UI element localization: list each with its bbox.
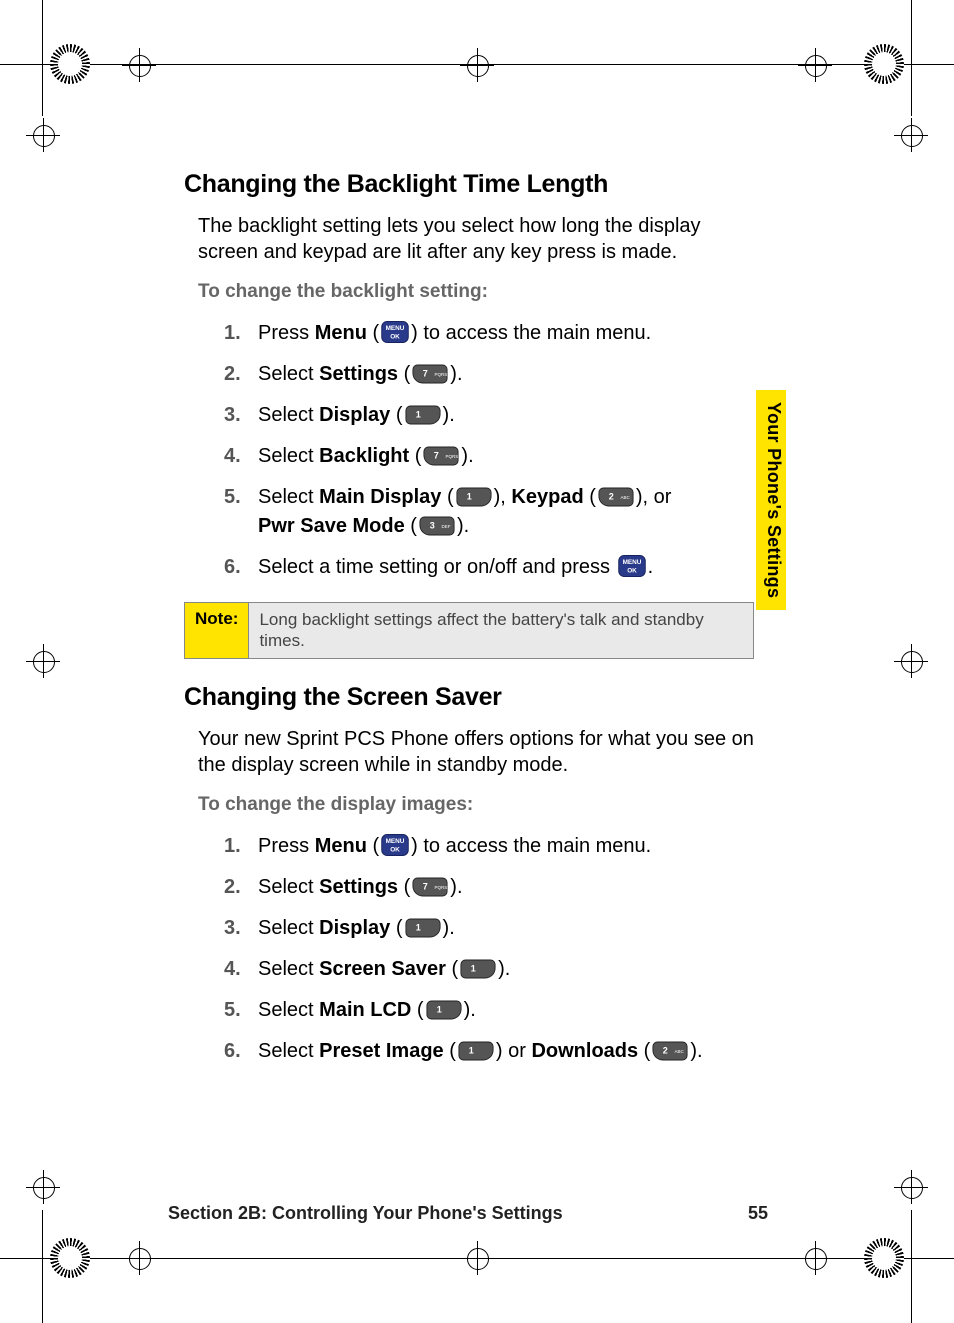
registration-mark-icon: [26, 644, 60, 678]
intro-backlight: The backlight setting lets you select ho…: [198, 213, 754, 265]
svg-text:PQRS: PQRS: [435, 372, 448, 377]
registration-mark-icon: [894, 644, 928, 678]
side-tab-label: Your Phone's Settings: [758, 394, 784, 606]
key-1-icon: 1: [405, 918, 441, 938]
key-2-icon: 2 ABC: [652, 1041, 688, 1061]
svg-text:1: 1: [469, 1045, 474, 1055]
footer-page-number: 55: [748, 1203, 768, 1224]
step: Select Preset Image (1) or Downloads (2A…: [224, 1037, 754, 1066]
svg-text:7: 7: [434, 451, 439, 461]
step: Select Display (1).: [224, 401, 754, 430]
note-box: Note: Long backlight settings affect the…: [184, 602, 754, 659]
step: Press Menu () to access the main menu.: [224, 319, 754, 348]
svg-text:3: 3: [430, 521, 435, 531]
key-2-icon: 2 ABC: [598, 487, 634, 507]
steps-screensaver: Press Menu () to access the main menu. S…: [224, 832, 754, 1066]
step: Select Main LCD (1).: [224, 996, 754, 1025]
lead-backlight: To change the backlight setting:: [198, 281, 754, 303]
step: Select Settings (7PQRS).: [224, 873, 754, 902]
registration-mark-icon: [460, 1241, 494, 1275]
registration-mark-icon: [460, 48, 494, 82]
menu-ok-key-icon: [381, 321, 409, 343]
key-7-icon: 7 PQRS: [423, 446, 459, 466]
svg-text:1: 1: [415, 922, 420, 932]
menu-ok-key-icon: [618, 555, 646, 577]
svg-text:2: 2: [609, 492, 614, 502]
registration-mark-icon: [122, 1241, 156, 1275]
key-7-icon: 7 PQRS: [412, 877, 448, 897]
registration-mark-icon: [26, 1170, 60, 1204]
step: Select a time setting or on/off and pres…: [224, 553, 754, 582]
intro-screensaver: Your new Sprint PCS Phone offers options…: [198, 726, 754, 778]
key-1-icon: 1: [458, 1041, 494, 1061]
svg-text:1: 1: [471, 963, 476, 973]
registration-mark-icon: [798, 1241, 832, 1275]
heading-backlight: Changing the Backlight Time Length: [184, 170, 754, 199]
registration-mark-icon: [894, 118, 928, 152]
svg-text:1: 1: [415, 410, 420, 420]
heading-screensaver: Changing the Screen Saver: [184, 683, 754, 712]
step: Select Backlight (7PQRS).: [224, 442, 754, 471]
svg-text:7: 7: [423, 369, 428, 379]
step: Press Menu () to access the main menu.: [224, 832, 754, 861]
svg-text:1: 1: [466, 492, 471, 502]
key-1-icon: 1: [426, 1000, 462, 1020]
printer-rosette-icon: [50, 44, 90, 84]
printer-rosette-icon: [864, 44, 904, 84]
step: Select Main Display (1), Keypad (2ABC), …: [224, 483, 754, 541]
svg-text:2: 2: [663, 1045, 668, 1055]
svg-text:7: 7: [423, 881, 428, 891]
svg-text:DEF: DEF: [441, 524, 450, 529]
key-1-icon: 1: [456, 487, 492, 507]
step: Select Settings (7PQRS).: [224, 360, 754, 389]
footer-section: Section 2B: Controlling Your Phone's Set…: [168, 1203, 563, 1224]
registration-mark-icon: [798, 48, 832, 82]
note-label: Note:: [185, 603, 249, 658]
registration-mark-icon: [122, 48, 156, 82]
svg-text:ABC: ABC: [620, 495, 630, 500]
step: Select Display (1).: [224, 914, 754, 943]
key-3-icon: 3 DEF: [419, 516, 455, 536]
svg-text:PQRS: PQRS: [435, 884, 448, 889]
registration-mark-icon: [894, 1170, 928, 1204]
key-1-icon: 1: [460, 959, 496, 979]
svg-text:PQRS: PQRS: [446, 454, 459, 459]
printer-rosette-icon: [864, 1238, 904, 1278]
svg-text:1: 1: [436, 1004, 441, 1014]
svg-text:ABC: ABC: [675, 1048, 685, 1053]
steps-backlight: Press Menu () to access the main menu. S…: [224, 319, 754, 582]
menu-ok-key-icon: [381, 834, 409, 856]
key-7-icon: 7 PQRS: [412, 364, 448, 384]
page-footer: Section 2B: Controlling Your Phone's Set…: [168, 1203, 768, 1224]
step: Select Screen Saver (1).: [224, 955, 754, 984]
lead-screensaver: To change the display images:: [198, 794, 754, 816]
key-1-icon: 1: [405, 405, 441, 425]
printer-rosette-icon: [50, 1238, 90, 1278]
note-body: Long backlight settings affect the batte…: [249, 603, 753, 658]
registration-mark-icon: [26, 118, 60, 152]
